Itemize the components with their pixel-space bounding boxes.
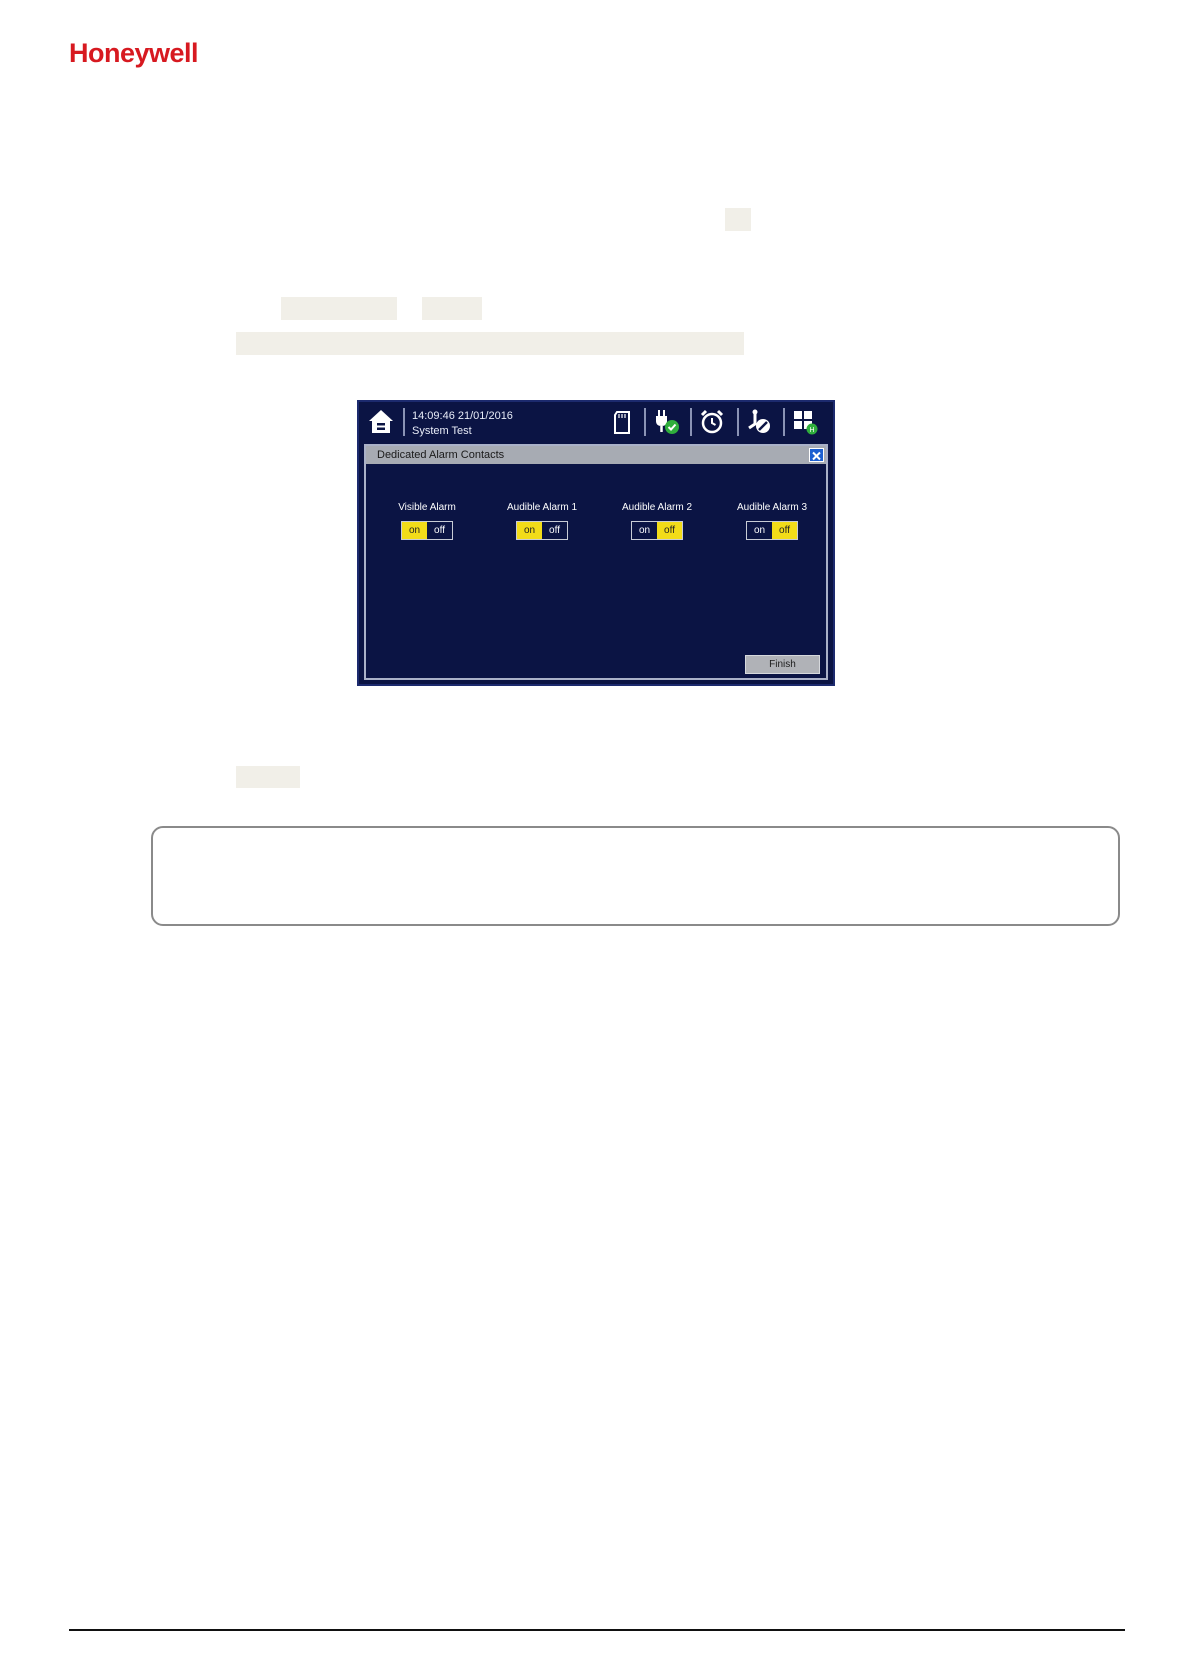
honeywell-logo: Honeywell [69, 38, 199, 68]
device-screen: 14:09:46 21/01/2016 System Test H Dedica… [357, 400, 835, 686]
close-icon [812, 451, 821, 461]
toggle-off[interactable]: off [542, 522, 567, 539]
alarm-clock-icon[interactable] [698, 408, 726, 436]
separator [737, 408, 739, 436]
alarm-toggle[interactable]: on off [401, 521, 453, 540]
home-icon [369, 410, 393, 433]
dialog-title: Dedicated Alarm Contacts [366, 446, 826, 464]
alarm-audible-2: Audible Alarm 2 on off [602, 502, 712, 540]
separator [403, 408, 405, 436]
redacted-text-block [236, 332, 744, 355]
alarm-toggle[interactable]: on off [746, 521, 798, 540]
alarm-label: Audible Alarm 2 [621, 502, 693, 513]
alarm-audible-1: Audible Alarm 1 on off [487, 502, 597, 540]
finish-button[interactable]: Finish [745, 655, 820, 674]
alarm-audible-3: Audible Alarm 3 on off [717, 502, 827, 540]
toggle-on[interactable]: on [402, 522, 427, 539]
redacted-text-block [281, 297, 397, 320]
toggle-off[interactable]: off [772, 522, 797, 539]
toggle-on[interactable]: on [632, 522, 657, 539]
toggle-off[interactable]: off [427, 522, 452, 539]
alarm-contacts-dialog: Dedicated Alarm Contacts Visible Alarm o… [364, 444, 828, 680]
status-text: System Test [412, 425, 472, 437]
alarm-toggle[interactable]: on off [516, 521, 568, 540]
status-bar: 14:09:46 21/01/2016 System Test H [359, 402, 833, 440]
toggle-on[interactable]: on [517, 522, 542, 539]
separator [690, 408, 692, 436]
svg-text:H: H [809, 427, 814, 434]
toggle-off[interactable]: off [657, 522, 682, 539]
footer-rule [69, 1629, 1125, 1631]
close-button[interactable] [809, 448, 824, 462]
alarm-label: Visible Alarm [398, 502, 456, 513]
alarm-visible: Visible Alarm on off [372, 502, 482, 540]
sd-card-icon[interactable] [609, 408, 637, 436]
home-button[interactable] [366, 407, 396, 435]
note-box [151, 826, 1120, 926]
redacted-text-block [725, 208, 751, 231]
alarm-toggle[interactable]: on off [631, 521, 683, 540]
power-ok-icon[interactable] [651, 408, 679, 436]
clock-text: 14:09:46 21/01/2016 [412, 410, 513, 422]
toggle-on[interactable]: on [747, 522, 772, 539]
inhibit-icon[interactable] [744, 408, 772, 436]
grid-menu-icon[interactable]: H [791, 408, 819, 436]
alarm-label: Audible Alarm 3 [736, 502, 808, 513]
redacted-text-block [422, 297, 482, 320]
redacted-text-block [236, 766, 300, 788]
separator [644, 408, 646, 436]
separator [783, 408, 785, 436]
alarm-label: Audible Alarm 1 [506, 502, 578, 513]
